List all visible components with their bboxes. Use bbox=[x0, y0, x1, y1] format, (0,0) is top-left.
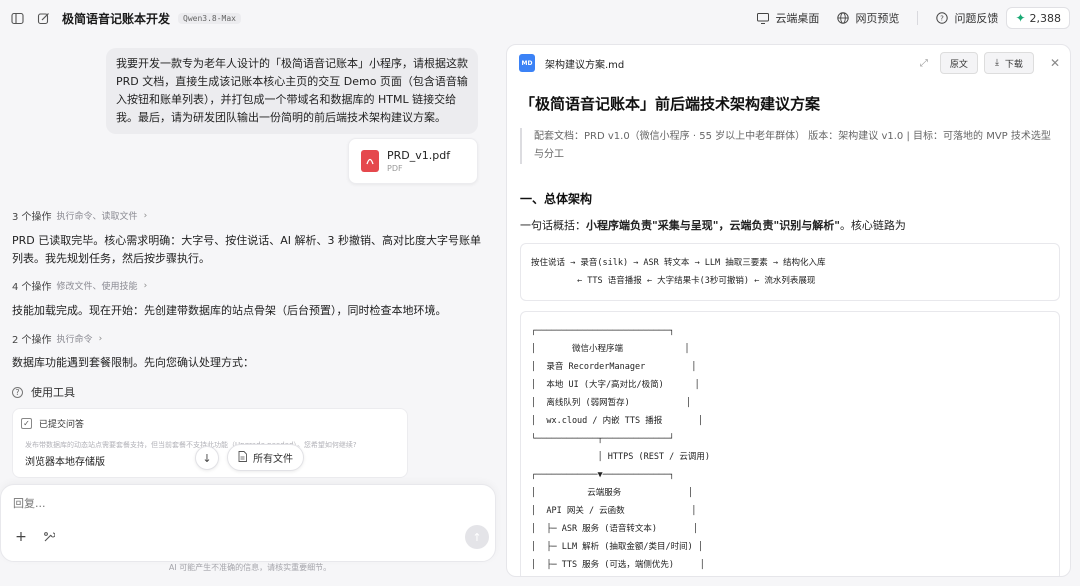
all-files-button[interactable]: 所有文件 bbox=[227, 444, 304, 471]
tool-use-label: 使用工具 bbox=[31, 386, 75, 399]
download-label: 下载 bbox=[1004, 59, 1023, 70]
new-chat-icon[interactable] bbox=[36, 11, 50, 25]
view-source-button[interactable]: 原文 bbox=[939, 52, 978, 74]
assistant-message: 数据库功能遇到套餐限制。先向您确认处理方式： bbox=[12, 356, 254, 369]
assistant-message: PRD 已读取完毕。核心需求明确：大字号、按住说话、AI 解析、3 秒撤销、高对… bbox=[12, 234, 482, 265]
ai-disclaimer: AI 可能产生不准确的信息，请核实重要细节。 bbox=[168, 563, 332, 572]
web-preview-button[interactable]: 网页预览 bbox=[837, 10, 899, 26]
download-icon: ⤓ bbox=[994, 58, 999, 68]
file-icon bbox=[238, 450, 247, 465]
summary-bold: 小程序端负责"采集与呈现"，云端负责"识别与解析" bbox=[586, 219, 840, 232]
scroll-down-button[interactable]: ↓ bbox=[195, 446, 219, 470]
operations-count: 3 个操作 bbox=[12, 212, 52, 223]
download-button[interactable]: ⤓ 下载 bbox=[983, 52, 1034, 74]
app-title: 极简语音记账本开发 bbox=[62, 11, 171, 26]
cloud-desktop-label: 云端桌面 bbox=[775, 12, 820, 25]
feedback-label: 问题反馈 bbox=[954, 12, 999, 25]
arrow-down-icon: ↓ bbox=[202, 451, 212, 465]
attachment-card[interactable]: PRD_v1.pdf PDF bbox=[348, 138, 478, 184]
topbar-divider bbox=[917, 11, 919, 25]
chevron-right-icon: › bbox=[143, 280, 148, 291]
user-message: 我要开发一款专为老年人设计的「极简语音记账本」小程序，请根据这款 PRD 文档，… bbox=[106, 48, 478, 134]
document-title: 「极简语音记账本」前后端技术架构建议方案 bbox=[520, 95, 821, 113]
document-meta: 配套文档：PRD v1.0（微信小程序 · 55 岁以上中老年群体） 版本：架构… bbox=[520, 128, 1060, 164]
monitor-icon bbox=[757, 12, 770, 24]
summary-paragraph: 一句话概括：小程序端负责"采集与呈现"，云端负责"识别与解析"。核心链路为 bbox=[520, 217, 1060, 233]
feedback-icon: ? bbox=[936, 12, 949, 24]
all-files-label: 所有文件 bbox=[253, 454, 293, 465]
feedback-button[interactable]: ? 问题反馈 bbox=[936, 10, 998, 26]
model-badge[interactable]: Qwen3.8-Max bbox=[178, 12, 241, 24]
top-bar: 极简语音记账本开发 Qwen3.8-Max 云端桌面 网页预览 ? 问题反馈 ✦… bbox=[0, 0, 1080, 36]
credits-count: 2,388 bbox=[1029, 11, 1062, 25]
flow-code-block: 按住说话 → 录音(silk) → ASR 转文本 → LLM 抽取三要素 → … bbox=[520, 243, 1060, 301]
plus-icon[interactable]: + bbox=[13, 529, 29, 545]
send-button[interactable]: ↑ bbox=[465, 525, 489, 549]
svg-text:?: ? bbox=[941, 15, 945, 23]
chat-panel: 我要开发一款专为老年人设计的「极简语音记账本」小程序，请根据这款 PRD 文档，… bbox=[0, 36, 500, 586]
architecture-diagram: ┌──────────────────────────┐ │ 微信小程序端 │ … bbox=[520, 311, 1060, 576]
sparkle-icon: ✦ bbox=[1015, 11, 1026, 25]
markdown-file-icon: MD bbox=[519, 54, 535, 72]
section-heading: 一、总体架构 bbox=[520, 192, 593, 206]
assistant-message: 技能加载完成。现在开始：先创建带数据库的站点骨架（后台预置），同时检查本地环境。 bbox=[12, 304, 447, 317]
document-body: 「极简语音记账本」前后端技术架构建议方案 配套文档：PRD v1.0（微信小程序… bbox=[520, 93, 1060, 576]
reply-input[interactable] bbox=[13, 497, 413, 510]
operations-desc: 执行命令、读取文件 bbox=[56, 212, 138, 222]
summary-suffix: 。核心链路为 bbox=[839, 219, 906, 232]
close-icon[interactable]: ✕ bbox=[1050, 56, 1060, 70]
operations-toggle[interactable]: 2 个操作 执行命令 › bbox=[12, 331, 103, 347]
operations-count: 2 个操作 bbox=[12, 335, 52, 346]
document-filename: 架构建议方案.md bbox=[545, 59, 625, 71]
submitted-title: 已提交问答 bbox=[39, 420, 85, 430]
web-preview-label: 网页预览 bbox=[855, 12, 900, 25]
attachment-type: PDF bbox=[387, 164, 403, 173]
document-panel: MD 架构建议方案.md ⤢ 原文 ⤓ 下载 ✕ 「极简语音记账本」前后端技术架… bbox=[506, 44, 1071, 577]
chevron-right-icon: › bbox=[98, 333, 103, 344]
cloud-desktop-button[interactable]: 云端桌面 bbox=[757, 10, 819, 26]
globe-icon bbox=[837, 12, 850, 24]
chevron-right-icon: › bbox=[143, 210, 148, 221]
tool-use-row[interactable]: ? 使用工具 bbox=[12, 384, 75, 400]
operations-count: 4 个操作 bbox=[12, 282, 52, 293]
composer: + ↑ bbox=[0, 484, 496, 562]
question-icon: ? bbox=[12, 386, 23, 398]
operations-desc: 执行命令 bbox=[56, 335, 93, 345]
checklist-icon: ✓ bbox=[21, 418, 32, 429]
attachment-name: PRD_v1.pdf bbox=[387, 149, 451, 162]
document-header: MD 架构建议方案.md ⤢ 原文 ⤓ 下载 ✕ bbox=[507, 45, 1070, 81]
operations-toggle[interactable]: 3 个操作 执行命令、读取文件 › bbox=[12, 208, 148, 224]
pdf-icon bbox=[361, 150, 379, 172]
arrow-up-icon: ↑ bbox=[472, 530, 482, 544]
credits-badge[interactable]: ✦ 2,388 bbox=[1006, 7, 1070, 29]
operations-desc: 修改文件、使用技能 bbox=[56, 282, 138, 292]
expand-icon[interactable]: ⤢ bbox=[920, 58, 928, 69]
sidebar-toggle-icon[interactable] bbox=[10, 11, 24, 25]
view-source-label: 原文 bbox=[949, 59, 968, 70]
operations-toggle[interactable]: 4 个操作 修改文件、使用技能 › bbox=[12, 278, 148, 294]
tools-icon[interactable] bbox=[43, 531, 56, 546]
topbar-actions: 云端桌面 网页预览 ? 问题反馈 ✦ 2,388 bbox=[739, 7, 1070, 29]
summary-prefix: 一句话概括： bbox=[520, 219, 586, 232]
